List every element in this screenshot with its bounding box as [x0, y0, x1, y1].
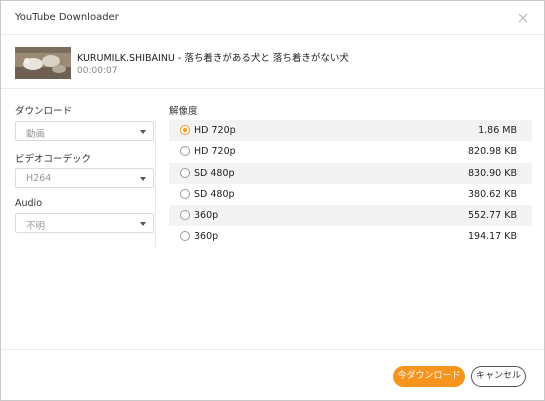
title-bar: YouTube Downloader	[1, 1, 544, 35]
file-size: 1.86 MB	[478, 125, 517, 136]
resolution-label: 360p	[194, 231, 219, 243]
video-codec-select[interactable]: H264	[15, 168, 154, 188]
video-duration: 00:00:07	[77, 66, 118, 76]
radio-button[interactable]	[180, 167, 190, 178]
download-type-select[interactable]: 動画	[15, 121, 154, 141]
video-codec-value: H264	[26, 173, 52, 184]
video-title: KURUMILK.SHIBAINU - 落ち着きがある犬と 落ち着きがない犬	[77, 53, 349, 64]
radio-button[interactable]	[180, 188, 190, 199]
video-info: KURUMILK.SHIBAINU - 落ち着きがある犬と 落ち着きがない犬 0…	[1, 35, 544, 89]
download-now-button[interactable]: 今ダウンロード	[393, 366, 465, 387]
resolution-list: HD 720p 1.86 MB HD 720p 820.98 KB SD 480…	[169, 120, 532, 248]
downloader-dialog: YouTube Downloader KURUMILK.SHIBAINU - 落…	[0, 0, 545, 401]
resolution-option[interactable]: HD 720p 1.86 MB	[169, 120, 532, 142]
resolution-option[interactable]: 360p 194.17 KB	[169, 226, 532, 247]
download-type-label: ダウンロード	[15, 106, 73, 117]
resolution-option[interactable]: 360p 552.77 KB	[169, 205, 532, 227]
file-size: 820.98 KB	[467, 146, 517, 158]
video-thumbnail	[15, 47, 71, 79]
resolution-label: 360p	[194, 210, 219, 222]
audio-label: Audio	[15, 198, 43, 209]
resolution-option[interactable]: HD 720p 820.98 KB	[169, 141, 532, 162]
cancel-button[interactable]: キャンセル	[471, 366, 526, 387]
radio-button[interactable]	[180, 210, 190, 221]
panel-divider	[155, 121, 156, 247]
video-codec-label: ビデオコーデック	[15, 154, 92, 165]
file-size: 552.77 KB	[467, 210, 517, 222]
radio-button[interactable]	[180, 146, 190, 157]
resolution-label: HD 720p	[194, 146, 236, 158]
resolution-option[interactable]: SD 480p 830.90 KB	[169, 162, 532, 184]
resolution-label: HD 720p	[194, 125, 236, 136]
window-title: YouTube Downloader	[15, 12, 119, 23]
resolution-label: SD 480p	[194, 167, 235, 179]
chevron-down-icon	[140, 222, 146, 226]
resolution-header: 解像度	[169, 106, 198, 117]
chevron-down-icon	[140, 177, 146, 181]
dialog-footer: 今ダウンロード キャンセル	[1, 349, 544, 401]
download-type-value: 動画	[26, 129, 46, 140]
resolution-option[interactable]: SD 480p 380.62 KB	[169, 184, 532, 205]
file-size: 830.90 KB	[467, 167, 517, 179]
resolution-label: SD 480p	[194, 188, 235, 200]
radio-button[interactable]	[180, 125, 190, 135]
audio-select[interactable]: 不明	[15, 213, 154, 233]
chevron-down-icon	[140, 130, 146, 134]
file-size: 380.62 KB	[467, 188, 517, 200]
file-size: 194.17 KB	[467, 231, 517, 243]
close-icon[interactable]	[516, 11, 530, 25]
audio-value: 不明	[26, 221, 46, 232]
radio-button[interactable]	[180, 231, 190, 242]
